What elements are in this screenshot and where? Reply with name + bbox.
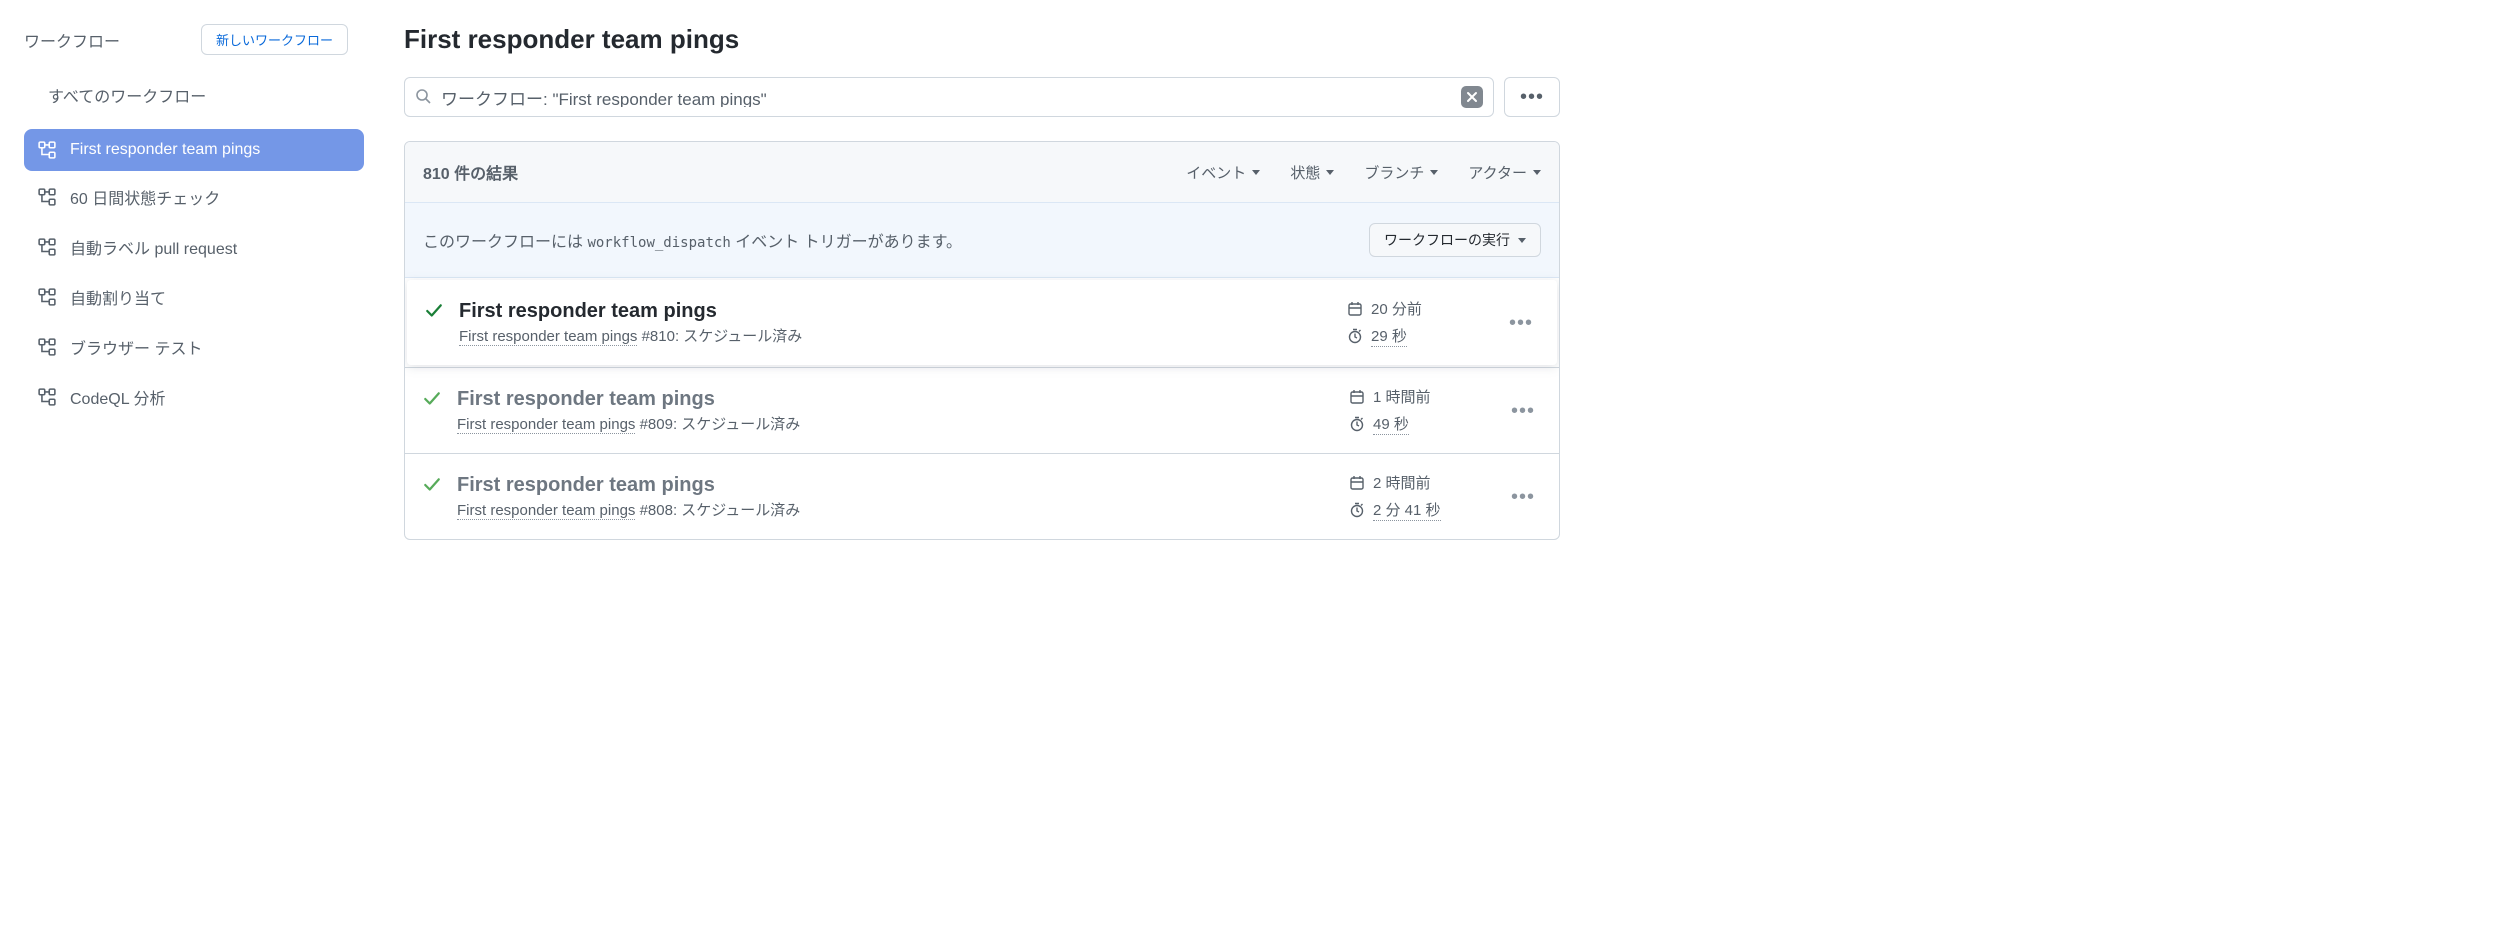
workflow-icon	[38, 388, 56, 406]
sidebar: ワークフロー 新しいワークフロー すべてのワークフロー First respon…	[24, 24, 380, 926]
stopwatch-icon	[1347, 328, 1363, 344]
filter-branch[interactable]: ブランチ	[1364, 162, 1438, 183]
filter-event[interactable]: イベント	[1186, 162, 1260, 183]
sidebar-item-label: 自動ラベル pull request	[70, 235, 237, 259]
check-success-icon	[423, 390, 441, 411]
sidebar-item-auto-label-pr[interactable]: 自動ラベル pull request	[24, 223, 364, 271]
kebab-icon: •••	[1509, 312, 1533, 334]
run-title: First responder team pings	[459, 300, 1331, 323]
run-time: 1 時間前	[1349, 386, 1431, 407]
run-subtitle: First responder team pings #810: スケジュール済…	[459, 325, 1331, 346]
dispatch-text: このワークフローには workflow_dispatch イベント トリガーがあ…	[423, 228, 962, 252]
run-row[interactable]: First responder team pings First respond…	[405, 367, 1559, 453]
run-title: First responder team pings	[457, 474, 1333, 497]
run-title: First responder team pings	[457, 388, 1333, 411]
run-duration: 2 分 41 秒	[1349, 499, 1441, 521]
check-success-icon	[423, 476, 441, 497]
caret-down-icon	[1533, 170, 1541, 175]
workflow-dispatch-bar: このワークフローには workflow_dispatch イベント トリガーがあ…	[405, 202, 1559, 278]
run-more-button[interactable]: •••	[1503, 313, 1539, 333]
workflow-icon	[38, 188, 56, 206]
kebab-icon: •••	[1511, 400, 1535, 422]
run-time: 2 時間前	[1349, 472, 1431, 493]
page-title: First responder team pings	[404, 24, 1560, 55]
main-content: First responder team pings ••• 810 件の結果 …	[380, 24, 1560, 926]
sidebar-item-auto-assign[interactable]: 自動割り当て	[24, 273, 364, 321]
sidebar-item-label: ブラウザー テスト	[70, 335, 202, 359]
sidebar-item-label: 自動割り当て	[70, 285, 166, 309]
search-icon	[415, 88, 431, 107]
run-duration: 29 秒	[1347, 325, 1407, 347]
more-actions-button[interactable]: •••	[1504, 77, 1560, 117]
workflow-icon	[38, 238, 56, 256]
calendar-icon	[1347, 301, 1363, 317]
kebab-icon: •••	[1511, 486, 1535, 508]
caret-down-icon	[1326, 170, 1334, 175]
sidebar-item-label: 60 日間状態チェック	[70, 185, 220, 209]
run-more-button[interactable]: •••	[1505, 487, 1541, 507]
check-success-icon	[425, 302, 443, 323]
new-workflow-button[interactable]: 新しいワークフロー	[201, 24, 348, 55]
sidebar-item-all-workflows[interactable]: すべてのワークフロー	[24, 71, 364, 119]
caret-down-icon	[1518, 238, 1526, 243]
caret-down-icon	[1252, 170, 1260, 175]
sidebar-item-60-day-check[interactable]: 60 日間状態チェック	[24, 173, 364, 221]
run-time: 20 分前	[1347, 298, 1422, 319]
sidebar-title: ワークフロー	[24, 28, 120, 52]
stopwatch-icon	[1349, 502, 1365, 518]
sidebar-item-label: すべてのワークフロー	[48, 83, 206, 107]
stopwatch-icon	[1349, 416, 1365, 432]
kebab-icon: •••	[1520, 87, 1544, 107]
calendar-icon	[1349, 389, 1365, 405]
results-count: 810 件の結果	[423, 160, 518, 184]
run-subtitle: First responder team pings #808: スケジュール済…	[457, 499, 1333, 520]
filter-input[interactable]	[441, 87, 1451, 107]
clear-filter-button[interactable]	[1461, 86, 1483, 108]
run-more-button[interactable]: •••	[1505, 401, 1541, 421]
run-row[interactable]: First responder team pings First respond…	[405, 453, 1559, 539]
run-subtitle: First responder team pings #809: スケジュール済…	[457, 413, 1333, 434]
run-workflow-button[interactable]: ワークフローの実行	[1369, 223, 1541, 257]
calendar-icon	[1349, 475, 1365, 491]
caret-down-icon	[1430, 170, 1438, 175]
filter-actor[interactable]: アクター	[1468, 162, 1541, 183]
workflow-icon	[38, 288, 56, 306]
workflow-icon	[38, 338, 56, 356]
workflow-icon	[38, 141, 56, 159]
sidebar-item-first-responder[interactable]: First responder team pings	[24, 129, 364, 171]
sidebar-item-browser-test[interactable]: ブラウザー テスト	[24, 323, 364, 371]
filter-status[interactable]: 状態	[1290, 162, 1334, 183]
run-row[interactable]: First responder team pings First respond…	[407, 280, 1557, 365]
sidebar-item-codeql[interactable]: CodeQL 分析	[24, 373, 364, 421]
sidebar-item-label: First responder team pings	[70, 141, 260, 159]
run-duration: 49 秒	[1349, 413, 1409, 435]
filter-input-wrap[interactable]	[404, 77, 1494, 117]
results-panel: 810 件の結果 イベント 状態 ブランチ アクター このワークフローには wo…	[404, 141, 1560, 540]
sidebar-item-label: CodeQL 分析	[70, 385, 165, 409]
